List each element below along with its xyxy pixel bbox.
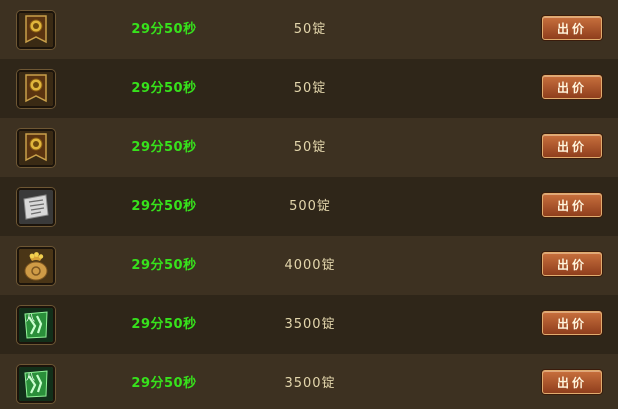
bid-button[interactable]: 出价 [542, 16, 602, 40]
remaining-time: 29分50秒 [131, 317, 197, 332]
item-price: 50锭 [293, 140, 327, 155]
gold-bag-icon[interactable] [17, 247, 55, 285]
bid-button[interactable]: 出价 [542, 75, 602, 99]
remaining-time: 29分50秒 [131, 140, 197, 155]
auction-row[interactable]: 29分50秒 50锭 出价 [0, 0, 618, 59]
item-price: 500锭 [289, 199, 331, 214]
banner-token-icon[interactable] [17, 129, 55, 167]
bid-button[interactable]: 出价 [542, 193, 602, 217]
auction-list: 29分50秒 50锭 出价 29分50秒 50锭 出价 29分50秒 50锭 出… [0, 0, 618, 409]
scroll-icon[interactable] [17, 188, 55, 226]
item-price: 3500锭 [284, 376, 336, 391]
remaining-time: 29分50秒 [131, 199, 197, 214]
bid-button[interactable]: 出价 [542, 252, 602, 276]
auction-row[interactable]: 29分50秒 3500锭 出价 [0, 295, 618, 354]
jade-card-icon[interactable] [17, 365, 55, 403]
jade-card-icon[interactable] [17, 306, 55, 344]
auction-row[interactable]: 29分50秒 50锭 出价 [0, 118, 618, 177]
banner-token-icon[interactable] [17, 11, 55, 49]
item-price: 50锭 [293, 22, 327, 37]
item-price: 3500锭 [284, 317, 336, 332]
bid-button[interactable]: 出价 [542, 311, 602, 335]
bid-button[interactable]: 出价 [542, 370, 602, 394]
remaining-time: 29分50秒 [131, 81, 197, 96]
remaining-time: 29分50秒 [131, 258, 197, 273]
auction-row[interactable]: 29分50秒 50锭 出价 [0, 59, 618, 118]
auction-row[interactable]: 29分50秒 500锭 出价 [0, 177, 618, 236]
banner-token-icon[interactable] [17, 70, 55, 108]
item-price: 50锭 [293, 81, 327, 96]
remaining-time: 29分50秒 [131, 376, 197, 391]
bid-button[interactable]: 出价 [542, 134, 602, 158]
remaining-time: 29分50秒 [131, 22, 197, 37]
auction-row[interactable]: 29分50秒 3500锭 出价 [0, 354, 618, 409]
auction-row[interactable]: 29分50秒 4000锭 出价 [0, 236, 618, 295]
item-price: 4000锭 [284, 258, 336, 273]
